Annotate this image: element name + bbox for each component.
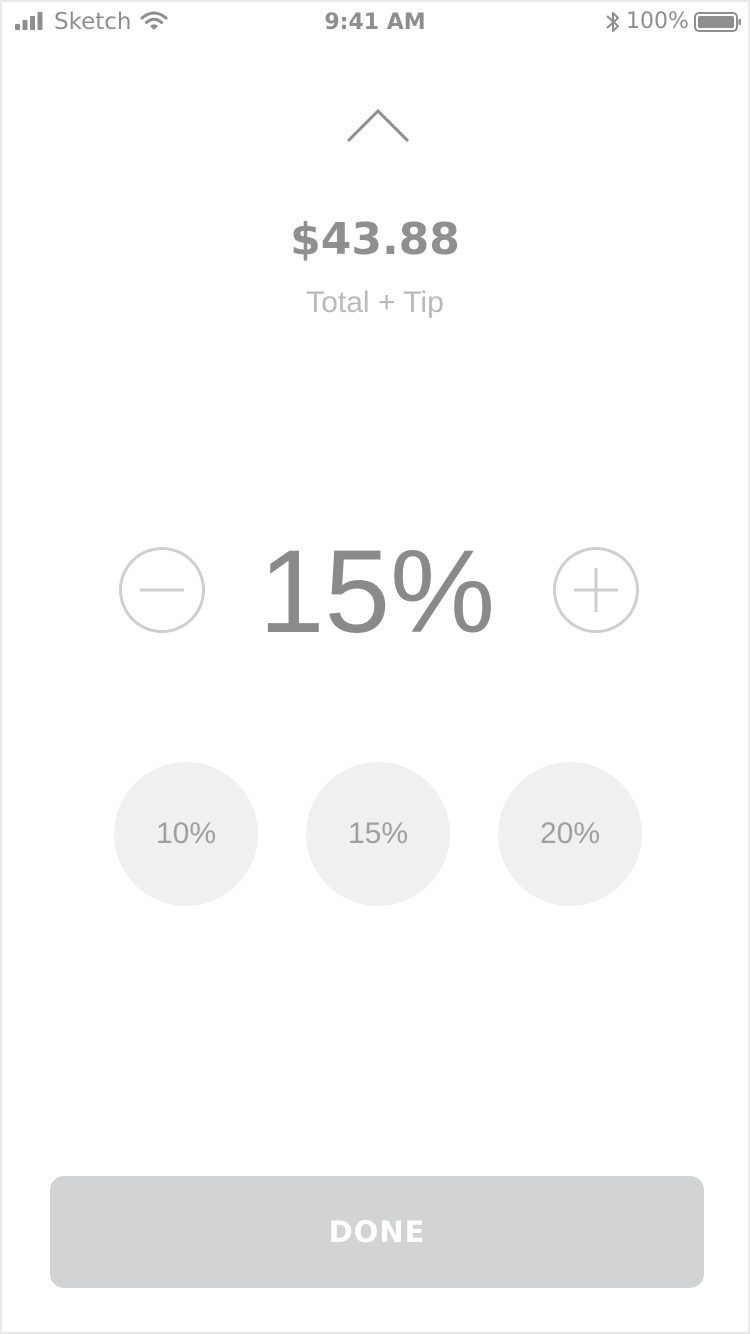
minus-icon: [140, 588, 184, 592]
bluetooth-icon: [606, 12, 619, 32]
chevron-up-icon[interactable]: [342, 104, 414, 148]
battery-icon: [694, 12, 741, 32]
increase-tip-button[interactable]: [553, 547, 639, 633]
preset-tip-button[interactable]: 10%: [114, 762, 258, 906]
total-label: Total + Tip: [306, 286, 444, 319]
preset-tip-button[interactable]: 15%: [306, 762, 450, 906]
battery-percentage: 100%: [626, 9, 689, 34]
preset-tip-button[interactable]: 20%: [498, 762, 642, 906]
total-amount: $43.88: [290, 214, 460, 265]
plus-icon: [574, 568, 618, 612]
tip-calculator-screen: Sketch 9:41 AM 100% $43.88 Total + Tip 1…: [0, 0, 750, 1334]
done-button[interactable]: DONE: [50, 1176, 704, 1288]
tip-percentage: 15%: [258, 526, 496, 658]
status-bar: Sketch 9:41 AM 100%: [2, 2, 748, 42]
decrease-tip-button[interactable]: [119, 547, 205, 633]
